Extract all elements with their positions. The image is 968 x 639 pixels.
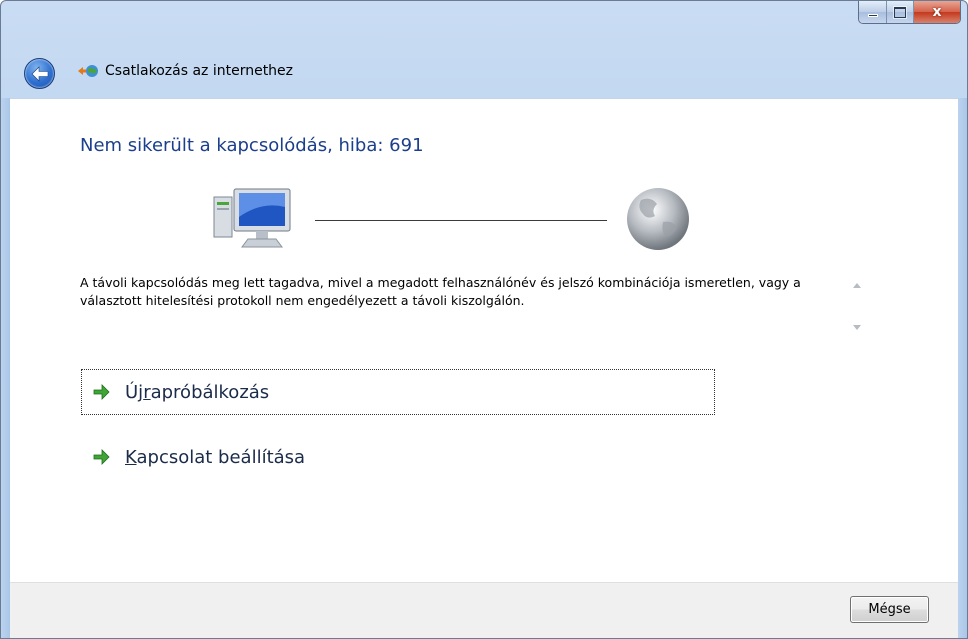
settings-label: Kapcsolat beállítása xyxy=(125,446,306,468)
dialog-window: x Csatlakozás az internethez Nem sikerül… xyxy=(0,0,968,639)
maximize-button[interactable] xyxy=(886,1,913,23)
network-connect-icon xyxy=(78,65,98,77)
title-bar[interactable]: x xyxy=(1,1,967,49)
minimize-button[interactable] xyxy=(859,1,886,23)
window-title: Csatlakozás az internethez xyxy=(105,63,294,79)
maximize-icon xyxy=(894,6,906,18)
cancel-button[interactable]: Mégse xyxy=(850,596,929,623)
close-icon: x xyxy=(932,4,942,20)
scroll-up-icon[interactable] xyxy=(853,283,861,288)
connection-line xyxy=(315,220,607,221)
content-area: Nem sikerült a kapcsolódás, hiba: 691 A … xyxy=(10,98,958,582)
minimize-icon xyxy=(867,14,878,17)
scroll-down-icon[interactable] xyxy=(853,325,861,330)
wizard-nav-row: Csatlakozás az internethez xyxy=(1,49,967,98)
message-scrollbar[interactable] xyxy=(846,273,870,339)
close-button[interactable]: x xyxy=(913,1,960,23)
green-arrow-icon xyxy=(93,384,110,400)
back-button[interactable] xyxy=(24,58,55,89)
retry-command-link[interactable]: Újrapróbálkozás xyxy=(81,369,715,415)
back-arrow-icon xyxy=(31,65,48,82)
globe-icon xyxy=(627,188,689,250)
button-footer: Mégse xyxy=(10,582,958,638)
caption-buttons: x xyxy=(858,1,961,24)
green-arrow-icon xyxy=(93,449,110,465)
left-frame xyxy=(1,98,10,638)
computer-icon xyxy=(213,188,291,248)
right-frame xyxy=(958,98,967,638)
error-message: A távoli kapcsolódás meg lett tagadva, m… xyxy=(80,275,801,308)
retry-label: Újrapróbálkozás xyxy=(125,381,270,403)
connection-settings-command-link[interactable]: Kapcsolat beállítása xyxy=(81,434,715,480)
error-heading: Nem sikerült a kapcsolódás, hiba: 691 xyxy=(80,135,424,156)
